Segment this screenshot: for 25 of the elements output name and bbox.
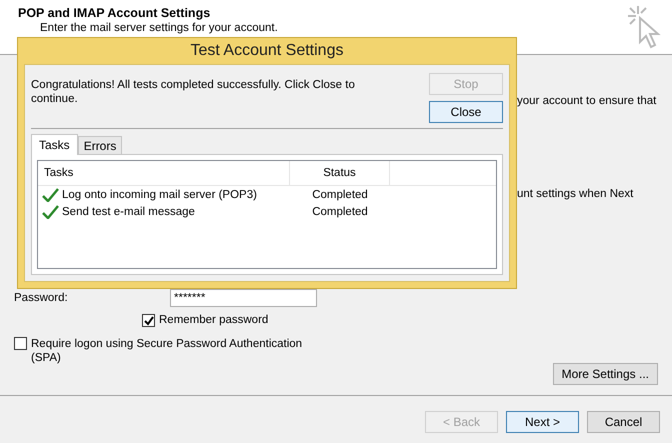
checkbox[interactable]: [142, 314, 155, 327]
tab[interactable]: Tasks: [31, 134, 78, 155]
table-cell: Send test e-mail message: [62, 206, 195, 218]
password-label: Password:: [14, 292, 69, 304]
tab[interactable]: Errors: [78, 136, 122, 154]
wizard-button[interactable]: Cancel: [587, 411, 660, 433]
dialog-title: Test Account Settings: [190, 41, 344, 61]
table-cell-text: Completed: [311, 206, 369, 218]
column-header[interactable]: Tasks: [38, 161, 290, 185]
description-text: your account to ensure that: [517, 95, 656, 107]
window-subtitle: Enter the mail server settings for your account.: [40, 22, 279, 34]
password-field[interactable]: *******: [170, 289, 317, 307]
checkbox[interactable]: [14, 337, 27, 350]
dialog-button[interactable]: Close: [429, 101, 503, 123]
cursor-icon: [626, 4, 662, 50]
wizard-button[interactable]: Next >: [506, 411, 579, 433]
status-message: Congratulations! All tests completed successfully. Click Close to continue.: [31, 78, 356, 107]
window-title: POP and IMAP Account Settings: [18, 6, 212, 20]
more-settings-button[interactable]: More Settings ...: [552, 363, 658, 385]
checkbox-label: Remember password: [159, 314, 268, 326]
description-text: unt settings when Next: [517, 188, 634, 200]
table-cell: Log onto incoming mail server (POP3): [62, 188, 257, 200]
table-cell-text: Completed: [311, 188, 369, 200]
checkbox-label: Require logon using Secure Password Authentication (SPA): [31, 337, 304, 365]
column-header[interactable]: Status: [290, 161, 390, 185]
